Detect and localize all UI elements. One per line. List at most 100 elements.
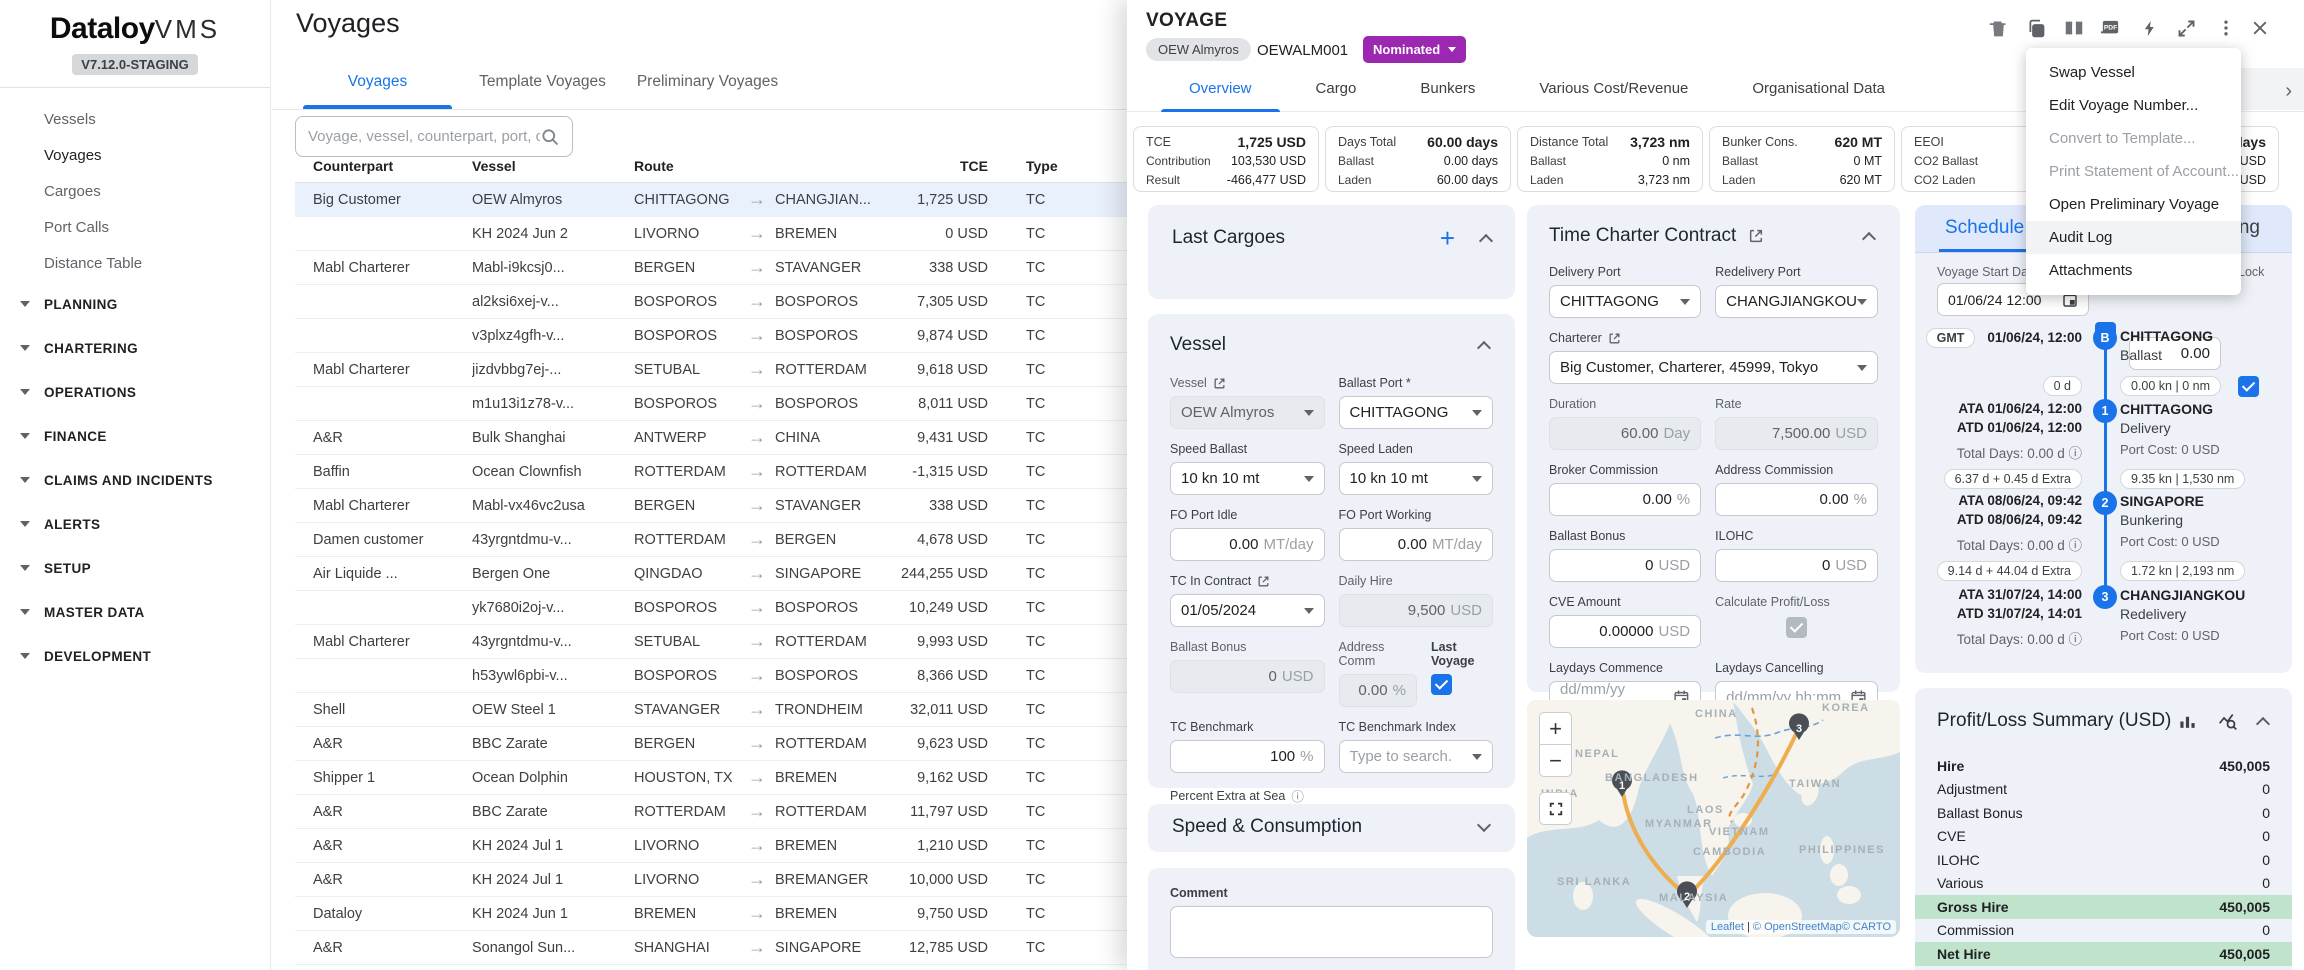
speed-consumption-card[interactable]: Speed & Consumption (1148, 804, 1515, 852)
panel-tab-bunkers[interactable]: Bunkers (1388, 68, 1507, 111)
map-attr-carto[interactable]: © CARTO (1842, 921, 1891, 933)
panel-tab-various-cost-revenue[interactable]: Various Cost/Revenue (1507, 68, 1720, 111)
expand-icon[interactable] (2173, 15, 2199, 41)
table-row[interactable]: al2ksi6xej-v...BOSPOROS→BOSPOROS7,305 US… (295, 285, 1127, 319)
delete-icon[interactable] (1985, 15, 2011, 41)
external-link-icon[interactable] (1257, 575, 1270, 588)
map-attr-osm[interactable]: © OpenStreetMap (1753, 921, 1842, 933)
tab-template-voyages[interactable]: Template Voyages (460, 58, 625, 109)
table-row[interactable]: A&RBBC ZarateBERGEN→ROTTERDAM9,623 USDTC (295, 727, 1127, 761)
sidebar-section-claims-and-incidents[interactable]: CLAIMS AND INCIDENTS (0, 458, 270, 502)
expand-icon[interactable] (1477, 818, 1491, 832)
table-row[interactable]: A&RBBC ZarateROTTERDAM→ROTTERDAM11,797 U… (295, 795, 1127, 829)
redelivery-port-select[interactable]: CHANGJIANGKOU (1715, 285, 1878, 318)
sidebar-section-operations[interactable]: OPERATIONS (0, 370, 270, 414)
table-row[interactable]: Mabl Charterer43yrgntdmu-v...SETUBAL→ROT… (295, 625, 1127, 659)
tc-benchmark-index-select[interactable]: Type to search. (1339, 740, 1494, 773)
collapse-icon[interactable] (1477, 340, 1491, 354)
panel-tab-organisational-data[interactable]: Organisational Data (1720, 68, 1917, 111)
sidebar-item-voyages[interactable]: Voyages (0, 138, 270, 174)
table-row[interactable]: A&RKH 2024 Jul 1LIVORNO→BREMANGER10,000 … (295, 863, 1127, 897)
table-row[interactable]: KH 2024 Jun 2LIVORNO→BREMEN0 USDTC (295, 217, 1127, 251)
tcc-ballast-bonus-input[interactable]: 0USD (1549, 549, 1701, 582)
table-row[interactable]: Mabl Chartererjizdvbbg7ej-...SETUBAL→ROT… (295, 353, 1127, 387)
table-row[interactable]: Air Liquide ...Bergen OneQINGDAO→SINGAPO… (295, 557, 1127, 591)
bar-chart-icon[interactable] (2178, 712, 2197, 731)
menu-item-attachments[interactable]: Attachments (2026, 254, 2241, 287)
table-row[interactable]: A&RKH 2024 Jul 1LIVORNO→BREMEN1,210 USDT… (295, 829, 1127, 863)
external-link-icon[interactable] (1608, 332, 1621, 345)
vessel-chip[interactable]: OEW Almyros (1146, 38, 1251, 61)
more-icon[interactable] (2213, 15, 2239, 41)
route-map[interactable]: 1 2 3 CHINAKOREANEPALBANGLADESHINDIAMYAN… (1527, 700, 1900, 937)
tabs-scroll-right-icon[interactable]: › (2285, 80, 2292, 103)
speed-laden-select[interactable]: 10 kn 10 mt (1339, 462, 1494, 495)
ilohc-input[interactable]: 0USD (1715, 549, 1878, 582)
tab-preliminary-voyages[interactable]: Preliminary Voyages (625, 58, 790, 109)
sidebar-item-cargoes[interactable]: Cargoes (0, 174, 270, 210)
last-voyage-checkbox[interactable] (1431, 674, 1452, 695)
delivery-port-select[interactable]: CHITTAGONG (1549, 285, 1701, 318)
sidebar-section-planning[interactable]: PLANNING (0, 282, 270, 326)
table-row[interactable]: m1u13i1z78-v...BOSPOROS→BOSPOROS8,011 US… (295, 387, 1127, 421)
sidebar-section-development[interactable]: DEVELOPMENT (0, 634, 270, 678)
table-row[interactable]: BaffinOcean ClownfishROTTERDAM→ROTTERDAM… (295, 455, 1127, 489)
table-row[interactable]: Mabl ChartererMabl-i9kcsj0...BERGEN→STAV… (295, 251, 1127, 285)
collapse-icon[interactable] (2256, 716, 2270, 730)
close-icon[interactable] (2247, 15, 2273, 41)
comment-textarea[interactable] (1170, 906, 1493, 958)
ballast-port-select[interactable]: CHITTAGONG (1339, 396, 1494, 429)
table-row[interactable]: DataloyKH 2024 Jun 1BREMEN→BREMEN9,750 U… (295, 897, 1127, 931)
open-contract-icon[interactable] (1748, 228, 1764, 244)
sidebar-item-port-calls[interactable]: Port Calls (0, 210, 270, 246)
status-dropdown[interactable]: Nominated (1363, 36, 1466, 63)
charterer-select[interactable]: Big Customer, Charterer, 45999, Tokyo (1549, 351, 1878, 384)
map-zoom-out-button[interactable]: − (1539, 744, 1572, 777)
menu-item-edit-voyage-number-[interactable]: Edit Voyage Number... (2026, 89, 2241, 122)
sidebar-section-master-data[interactable]: MASTER DATA (0, 590, 270, 634)
address-commission-input[interactable]: 0.00% (1715, 483, 1878, 516)
trend-search-icon[interactable] (2217, 711, 2238, 732)
sidebar-section-chartering[interactable]: CHARTERING (0, 326, 270, 370)
table-row[interactable]: A&RSonangol Sun...SHANGHAI→SINGAPORE12,7… (295, 931, 1127, 965)
vessel-select[interactable]: OEW Almyros (1170, 396, 1325, 429)
sidebar-item-vessels[interactable]: Vessels (0, 102, 270, 138)
collapse-icon[interactable] (1479, 233, 1493, 247)
table-row[interactable]: yk7680i2oj-v...BOSPOROS→BOSPOROS10,249 U… (295, 591, 1127, 625)
panel-tab-cargo[interactable]: Cargo (1284, 68, 1389, 111)
tab-schedule[interactable]: Schedule (1945, 205, 2024, 252)
fo-port-working-input[interactable]: 0.00MT/day (1339, 528, 1494, 561)
tab-voyages[interactable]: Voyages (295, 58, 460, 109)
duplicate-icon[interactable] (2023, 15, 2049, 41)
map-attr-leaflet[interactable]: Leaflet (1711, 921, 1744, 933)
speed-ballast-select[interactable]: 10 kn 10 mt (1170, 462, 1325, 495)
external-link-icon[interactable] (1213, 377, 1226, 390)
tc-in-contract-select[interactable]: 01/05/2024 (1170, 594, 1325, 627)
menu-item-swap-vessel[interactable]: Swap Vessel (2026, 56, 2241, 89)
menu-item-audit-log[interactable]: Audit Log (2026, 221, 2241, 254)
sidebar-section-finance[interactable]: FINANCE (0, 414, 270, 458)
lock-checkbox[interactable] (2238, 376, 2259, 397)
add-cargo-button[interactable]: + (1440, 228, 1455, 248)
collapse-icon[interactable] (1862, 231, 1876, 245)
table-row[interactable]: Damen customer43yrgntdmu-v...ROTTERDAM→B… (295, 523, 1127, 557)
panel-tab-overview[interactable]: Overview (1157, 68, 1284, 111)
table-row[interactable]: ShellOEW Steel 1STAVANGER→TRONDHEIM32,01… (295, 693, 1127, 727)
quick-actions-icon[interactable] (2137, 15, 2163, 41)
broker-commission-input[interactable]: 0.00% (1549, 483, 1701, 516)
table-row[interactable]: A&RBulk ShanghaiANTWERP→CHINA9,431 USDTC (295, 421, 1127, 455)
sidebar-item-distance-table[interactable]: Distance Table (0, 246, 270, 282)
map-zoom-in-button[interactable]: + (1539, 712, 1572, 745)
compare-icon[interactable] (2061, 15, 2087, 41)
fo-port-idle-input[interactable]: 0.00MT/day (1170, 528, 1325, 561)
cve-amount-input[interactable]: 0.00000USD (1549, 615, 1701, 648)
tc-benchmark-input[interactable]: 100% (1170, 740, 1325, 773)
pdf-export-icon[interactable]: PDF (2097, 15, 2123, 41)
menu-item-open-preliminary-voyage[interactable]: Open Preliminary Voyage (2026, 188, 2241, 221)
table-row[interactable]: v3plxz4gfh-v...BOSPOROS→BOSPOROS9,874 US… (295, 319, 1127, 353)
table-row[interactable]: Big CustomerOEW AlmyrosCHITTAGONG→CHANGJ… (295, 183, 1127, 217)
table-row[interactable]: Mabl ChartererMabl-vx46vc2usaBERGEN→STAV… (295, 489, 1127, 523)
sidebar-section-setup[interactable]: SETUP (0, 546, 270, 590)
table-row[interactable]: h53ywl6pbi-v...BOSPOROS→BOSPOROS8,366 US… (295, 659, 1127, 693)
sidebar-section-alerts[interactable]: ALERTS (0, 502, 270, 546)
